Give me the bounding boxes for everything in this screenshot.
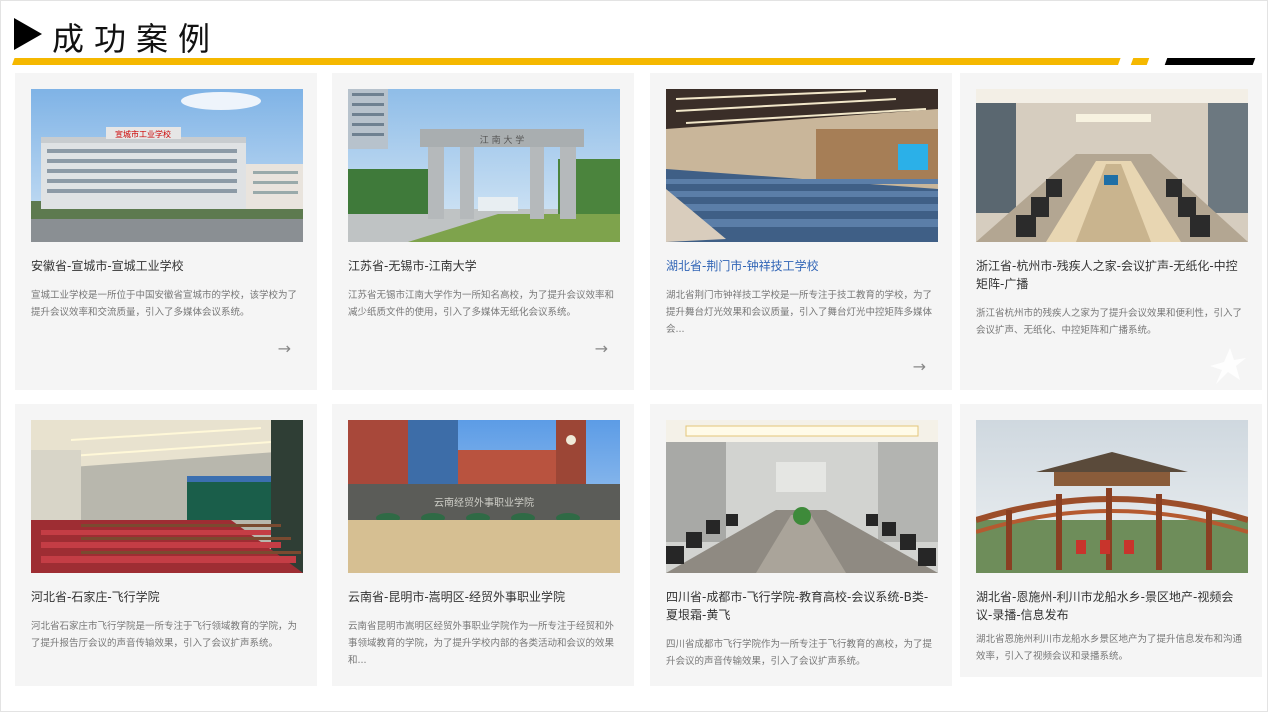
case-title[interactable]: 河北省-石家庄-飞行学院 — [31, 588, 303, 606]
arrow-right-icon[interactable]: → — [595, 341, 608, 357]
case-photo-xuancheng[interactable]: 宣城市工业学校 — [31, 89, 303, 242]
arrow-right-icon[interactable]: → — [913, 359, 926, 375]
case-description: 四川省成都市飞行学院作为一所专注于飞行教育的高校，为了提升会议的声音传输效果，引… — [666, 639, 933, 667]
case-card-zhongxiang[interactable]: 湖北省-荆门市-钟祥技工学校 湖北省荆门市钟祥技工学校是一所专注于技工教育的学校… — [650, 73, 952, 390]
case-title[interactable]: 安徽省-宣城市-宣城工业学校 — [31, 257, 303, 275]
decoration-figure-icon — [1210, 348, 1246, 384]
header-underline-accent — [1130, 58, 1150, 65]
photo-gate-text: 江 南 大 学 — [480, 134, 525, 146]
case-description: 云南省昆明市嵩明区经贸外事职业学院作为一所专注于经贸和外事领域教育的学院，为了提… — [348, 621, 615, 666]
case-card-shijiazhuang[interactable]: 河北省-石家庄-飞行学院 河北省石家庄市飞行学院是一所专注于飞行领域教育的学院，… — [15, 404, 317, 686]
case-title[interactable]: 湖北省-恩施州-利川市龙船水乡-景区地产-视频会议-录播-信息发布 — [976, 588, 1248, 624]
case-photo-shijiazhuang[interactable] — [31, 420, 303, 573]
case-card-xuancheng[interactable]: 宣城市工业学校 安徽省-宣城市-宣城工业学校 宣城工业学校是一所位于中国安徽省宣… — [15, 73, 317, 390]
section-header: 成功案例 — [0, 0, 1268, 72]
photo-sign-text: 宣城市工业学校 — [115, 129, 171, 139]
case-description: 湖北省恩施州利川市龙船水乡景区地产为了提升信息发布和沟通效率，引入了视频会议和录… — [976, 634, 1243, 662]
case-title[interactable]: 浙江省-杭州市-残疾人之家-会议扩声-无纸化-中控矩阵-广播 — [976, 257, 1248, 293]
case-card-enshi[interactable]: 湖北省-恩施州-利川市龙船水乡-景区地产-视频会议-录播-信息发布 湖北省恩施州… — [960, 404, 1262, 677]
case-card-hangzhou[interactable]: 浙江省-杭州市-残疾人之家-会议扩声-无纸化-中控矩阵-广播 浙江省杭州市的残疾… — [960, 73, 1262, 390]
case-title[interactable]: 湖北省-荆门市-钟祥技工学校 — [666, 257, 938, 275]
case-title[interactable]: 江苏省-无锡市-江南大学 — [348, 257, 620, 275]
arrow-right-icon[interactable]: → — [278, 341, 291, 357]
case-card-chengdu[interactable]: 四川省-成都市-飞行学院-教育高校-会议系统-B类-夏垠霜-黄飞 四川省成都市飞… — [650, 404, 952, 686]
play-triangle-icon — [14, 18, 42, 50]
case-card-jiangnan[interactable]: 江 南 大 学 江苏省-无锡市-江南大学 江苏省无锡市江南大学作为一所知名高校，… — [332, 73, 634, 390]
header-underline-yellow — [12, 58, 1121, 65]
case-title[interactable]: 四川省-成都市-飞行学院-教育高校-会议系统-B类-夏垠霜-黄飞 — [666, 588, 938, 624]
case-photo-kunming[interactable]: 云南经贸外事职业学院 — [348, 420, 620, 573]
case-description: 河北省石家庄市飞行学院是一所专注于飞行领域教育的学院，为了提升报告厅会议的声音传… — [31, 621, 298, 649]
header-underline-black — [1164, 58, 1256, 65]
case-description: 江苏省无锡市江南大学作为一所知名高校，为了提升会议效率和减少纸质文件的使用，引入… — [348, 290, 615, 318]
case-photo-hangzhou[interactable] — [976, 89, 1248, 242]
case-photo-jiangnan[interactable]: 江 南 大 学 — [348, 89, 620, 242]
case-description: 宣城工业学校是一所位于中国安徽省宣城市的学校，该学校为了提升会议效率和交流质量，… — [31, 290, 298, 318]
case-description: 浙江省杭州市的残疾人之家为了提升会议效果和便利性，引入了会议扩声、无纸化、中控矩… — [976, 308, 1243, 336]
case-photo-enshi[interactable] — [976, 420, 1248, 573]
case-description: 湖北省荆门市钟祥技工学校是一所专注于技工教育的学校，为了提升舞台灯光效果和会议质… — [666, 290, 933, 335]
case-card-kunming[interactable]: 云南经贸外事职业学院 云南省-昆明市-嵩明区-经贸外事职业学院 云南省昆明市嵩明… — [332, 404, 634, 686]
case-photo-zhongxiang[interactable] — [666, 89, 938, 242]
case-photo-chengdu[interactable] — [666, 420, 938, 573]
photo-wall-text: 云南经贸外事职业学院 — [434, 496, 534, 509]
section-title: 成功案例 — [52, 20, 221, 58]
case-title[interactable]: 云南省-昆明市-嵩明区-经贸外事职业学院 — [348, 588, 620, 606]
